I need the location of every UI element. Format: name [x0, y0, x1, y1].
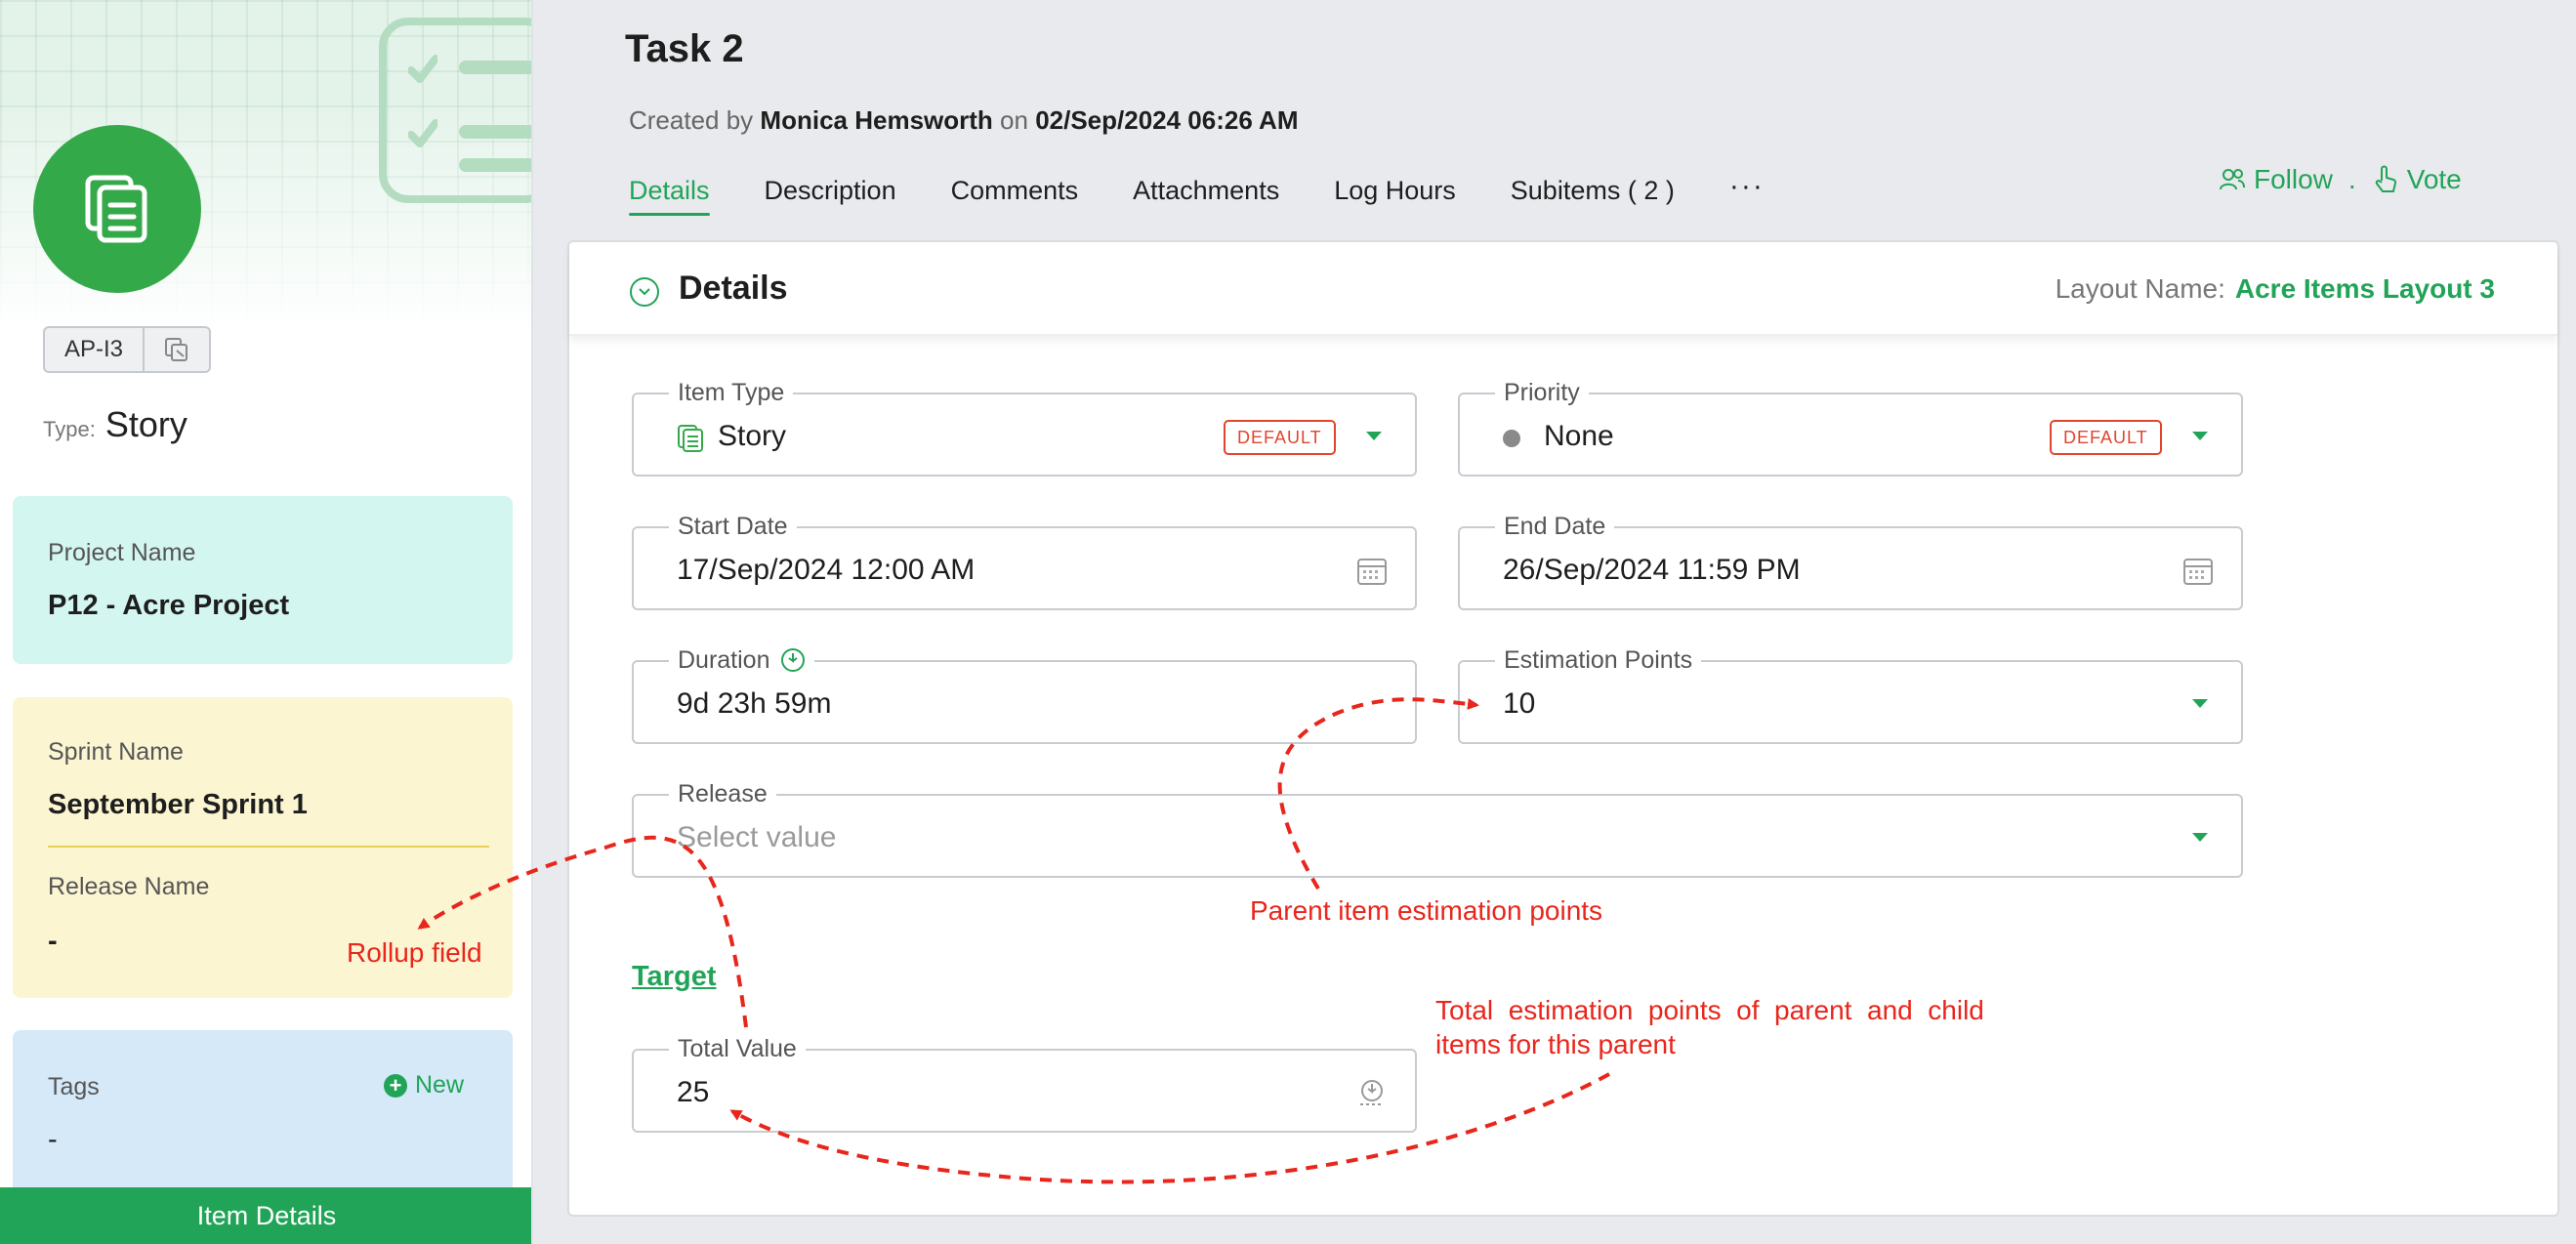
parent-points-arrow — [1277, 697, 1479, 891]
parent-points-annotation: Parent item estimation points — [1250, 895, 1603, 926]
rollup-field-arrow — [417, 835, 748, 1028]
total-points-annotation-line2: items for this parent — [1435, 1029, 1676, 1059]
total-points-arrow — [729, 1072, 1610, 1184]
rollup-field-annotation: Rollup field — [347, 937, 482, 968]
annotation-arrows — [417, 697, 1610, 1184]
total-points-annotation-line1: Total estimation points of parent and ch… — [1435, 995, 1984, 1025]
